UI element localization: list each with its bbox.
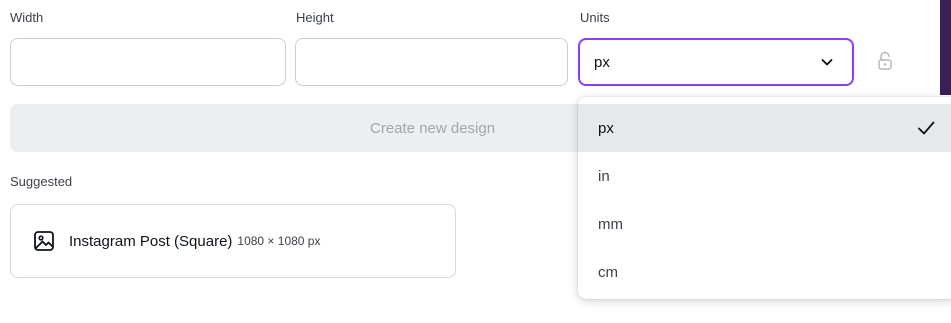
suggested-item-instagram-post[interactable]: Instagram Post (Square) 1080 × 1080 px [10,204,456,278]
width-input[interactable] [10,38,286,86]
units-option-label: in [598,167,610,185]
width-label: Width [10,10,44,25]
suggested-item-dimensions: 1080 × 1080 px [237,234,321,248]
image-icon [34,231,54,251]
height-label: Height [296,10,334,25]
units-dropdown-menu: px in mm cm [578,97,951,299]
units-option-label: mm [598,215,623,233]
units-select[interactable]: px [578,38,854,86]
suggested-label: Suggested [10,174,73,189]
create-new-design-button[interactable]: Create new design [10,104,610,152]
units-select-value: px [594,53,610,71]
units-option-px[interactable]: px [578,104,951,152]
units-option-label: cm [598,263,618,281]
units-option-label: px [598,119,614,137]
units-option-cm[interactable]: cm [578,248,951,296]
units-option-in[interactable]: in [578,152,951,200]
units-option-mm[interactable]: mm [578,200,951,248]
chevron-down-icon [821,59,833,66]
unlock-icon[interactable] [876,50,894,72]
height-input[interactable] [295,38,568,86]
units-label: Units [580,10,610,25]
suggested-item-name: Instagram Post (Square) [69,232,233,250]
check-icon [918,121,935,135]
background-edge [940,0,951,95]
